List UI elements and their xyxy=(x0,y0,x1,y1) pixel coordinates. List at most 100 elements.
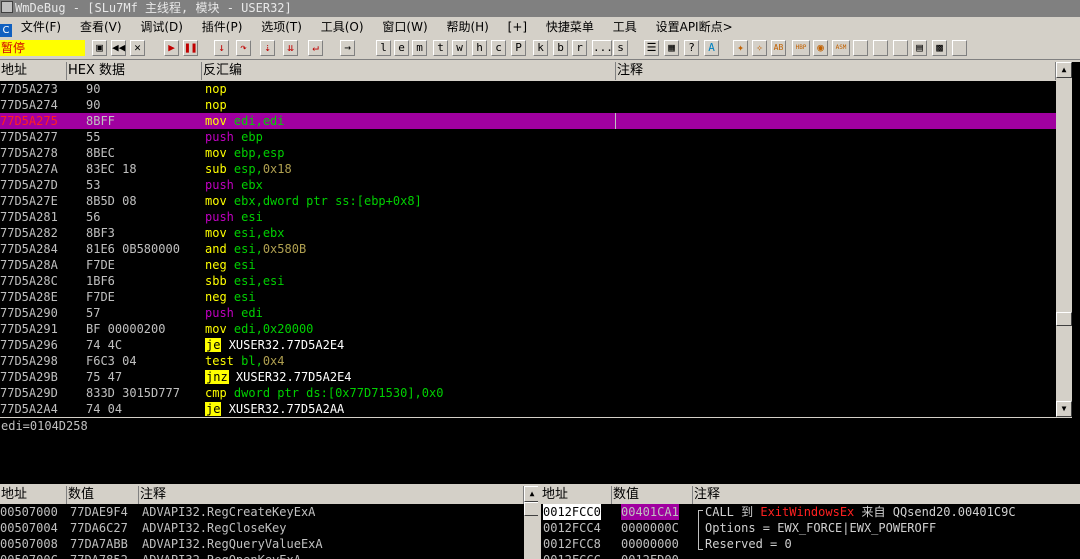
disasm-row[interactable]: 77D5A298 F6C3 04 test bl,0x4 xyxy=(0,353,1056,369)
menu-set-api-breakpoint[interactable]: 设置API断点> xyxy=(656,17,733,37)
toolbar-letter-e[interactable]: e xyxy=(394,40,409,56)
disasm-row[interactable]: 77D5A27E 8B5D 08 mov ebx,dword ptr ss:[ebp… xyxy=(0,193,1056,209)
disasm-row[interactable]: 77D5A281 56 push esi xyxy=(0,209,1056,225)
disasm-row[interactable]: 77D5A275 8BFF mov edi,edi xyxy=(0,113,1056,129)
disasm-row[interactable]: 77D5A278 8BEC mov ebp,esp xyxy=(0,145,1056,161)
scroll-down-arrow-icon[interactable]: ▼ xyxy=(1056,401,1072,417)
pause-icon[interactable]: ❚❚ xyxy=(183,40,198,56)
toolbar-letter-s[interactable]: s xyxy=(613,40,628,56)
menu-debug[interactable]: 调试(D) xyxy=(140,17,183,37)
stack-row[interactable]: 0012FCCC 0012FD00 xyxy=(541,552,1080,559)
toolbar-letter-c[interactable]: c xyxy=(491,40,506,56)
disasm-row[interactable]: 77D5A296 74 4C je XUSER32.77D5A2E4 xyxy=(0,337,1056,353)
plugin-ab-icon[interactable]: AB xyxy=(771,40,786,56)
col-header-disasm[interactable]: 反汇编 xyxy=(202,62,616,80)
trace-into-icon[interactable]: ⇣ xyxy=(260,40,275,56)
goto-address-icon[interactable]: → xyxy=(340,40,355,56)
blank-tool-4-icon[interactable] xyxy=(952,40,967,56)
disasm-row[interactable]: 77D5A274 90 nop xyxy=(0,97,1056,113)
disassembly-scrollbar[interactable]: ▲ ▼ xyxy=(1056,62,1072,417)
dump-col-value[interactable]: 数值 xyxy=(67,486,139,504)
col-header-comment[interactable]: 注释 xyxy=(616,62,1056,80)
restart-icon[interactable]: ◀◀ xyxy=(111,40,126,56)
stack-col-comment[interactable]: 注释 xyxy=(693,486,1080,504)
plugin-target-icon[interactable]: ◉ xyxy=(813,40,828,56)
menu-tools[interactable]: 工具(O) xyxy=(321,17,364,37)
dump-row[interactable]: 0050700C 77DA7852 ADVAPI32.RegOpenKeyExA xyxy=(0,552,524,559)
plugin-tool-1-icon[interactable]: ✦ xyxy=(733,40,748,56)
stack-pane[interactable]: 0012FCC0 00401CA1 CALL 到 ExitWindowsEx 来自 … xyxy=(541,504,1080,559)
disasm-row[interactable]: 77D5A277 55 push ebp xyxy=(0,129,1056,145)
disasm-row[interactable]: 77D5A290 57 push edi xyxy=(0,305,1056,321)
toolbar-letter-h[interactable]: h xyxy=(472,40,487,56)
toolbar-letter-l[interactable]: l xyxy=(376,40,391,56)
blank-tool-3-icon[interactable] xyxy=(893,40,908,56)
asm-icon[interactable]: ASM xyxy=(832,40,850,56)
disasm-row[interactable]: 77D5A28E F7DE neg esi xyxy=(0,289,1056,305)
font-icon[interactable]: A xyxy=(704,40,719,56)
col-header-hex[interactable]: HEX 数据 xyxy=(67,62,202,80)
disasm-row[interactable]: 77D5A29D 833D 3015D777 cmp dword ptr ds:[0… xyxy=(0,385,1056,401)
menu-shortcut[interactable]: 快捷菜单 xyxy=(546,17,594,37)
stack-row[interactable]: 0012FCC0 00401CA1 CALL 到 ExitWindowsEx 来自 … xyxy=(541,504,1080,520)
dump-row[interactable]: 00507008 77DA7ABB ADVAPI32.RegQueryValueEx… xyxy=(0,536,524,552)
toolbar-letter-t[interactable]: t xyxy=(433,40,448,56)
stack-row[interactable]: 0012FCC8 00000000 Reserved = 0 xyxy=(541,536,1080,552)
vertical-divider[interactable] xyxy=(538,486,541,559)
close-icon[interactable]: ✕ xyxy=(130,40,145,56)
toolbar-letter-b[interactable]: b xyxy=(553,40,568,56)
dump-col-comment[interactable]: 注释 xyxy=(139,486,524,504)
disasm-row[interactable]: 77D5A27A 83EC 18 sub esp,0x18 xyxy=(0,161,1056,177)
step-into-icon[interactable]: ↓ xyxy=(214,40,229,56)
disasm-row[interactable]: 77D5A28C 1BF6 sbb esi,esi xyxy=(0,273,1056,289)
picture-tool-icon[interactable]: ▩ xyxy=(932,40,947,56)
menu-tools-2[interactable]: 工具 xyxy=(613,17,637,37)
plugin-tool-2-icon[interactable]: ✧ xyxy=(752,40,767,56)
disasm-row[interactable]: 77D5A29B 75 47 jnz XUSER32.77D5A2E4 xyxy=(0,369,1056,385)
hardware-breakpoint-icon[interactable]: HBP xyxy=(792,40,810,56)
menu-help[interactable]: 帮助(H) xyxy=(446,17,488,37)
col-header-address[interactable]: 地址 xyxy=(0,62,67,80)
stack-col-address[interactable]: 地址 xyxy=(541,486,612,504)
step-over-icon[interactable]: ↷ xyxy=(236,40,251,56)
disassembly-pane[interactable]: 77D5A273 90 nop 77D5A274 90 nop 77D5A275 8BFF… xyxy=(0,81,1056,417)
scroll-up-arrow-icon[interactable]: ▲ xyxy=(1056,62,1072,78)
disasm-row[interactable]: 77D5A282 8BF3 mov esi,ebx xyxy=(0,225,1056,241)
toolbar-letter-w[interactable]: w xyxy=(452,40,467,56)
menu-plus[interactable]: [+] xyxy=(508,17,527,37)
cpu-window-icon[interactable]: C xyxy=(0,24,12,38)
stack-col-value[interactable]: 数值 xyxy=(612,486,693,504)
menu-plugins[interactable]: 插件(P) xyxy=(202,17,243,37)
open-icon[interactable]: ▣ xyxy=(92,40,107,56)
menu-file[interactable]: 文件(F) xyxy=(21,17,61,37)
dump-row[interactable]: 00507000 77DAE9F4 ADVAPI32.RegCreateKeyExA xyxy=(0,504,524,520)
disasm-row[interactable]: 77D5A2A4 74 04 je XUSER32.77D5A2AA xyxy=(0,401,1056,417)
toolbar-letter-k[interactable]: k xyxy=(533,40,548,56)
disasm-row[interactable]: 77D5A284 81E6 0B580000 and esi,0x580B xyxy=(0,241,1056,257)
grid-icon[interactable]: ▦ xyxy=(664,40,679,56)
blank-tool-2-icon[interactable] xyxy=(873,40,888,56)
blank-tool-1-icon[interactable] xyxy=(853,40,868,56)
dump-pane[interactable]: 00507000 77DAE9F4 ADVAPI32.RegCreateKeyExA… xyxy=(0,504,524,559)
run-icon[interactable]: ▶ xyxy=(164,40,179,56)
disasm-row[interactable]: 77D5A28A F7DE neg esi xyxy=(0,257,1056,273)
scroll-thumb[interactable] xyxy=(1056,312,1072,326)
image-tool-icon[interactable]: ▤ xyxy=(912,40,927,56)
menu-view[interactable]: 查看(V) xyxy=(80,17,122,37)
stack-row[interactable]: 0012FCC4 0000000C Options = EWX_FORCE|EWX_… xyxy=(541,520,1080,536)
menu-options[interactable]: 选项(T) xyxy=(261,17,302,37)
dump-row[interactable]: 00507004 77DA6C27 ADVAPI32.RegCloseKey xyxy=(0,520,524,536)
disasm-row[interactable]: 77D5A27D 53 push ebx xyxy=(0,177,1056,193)
help-icon[interactable]: ? xyxy=(684,40,699,56)
toolbar-ellipsis[interactable]: ... xyxy=(592,40,613,56)
toolbar-letter-m[interactable]: m xyxy=(412,40,427,56)
disasm-row[interactable]: 77D5A291 BF 00000200 mov edi,0x20000 xyxy=(0,321,1056,337)
toolbar-letter-P[interactable]: P xyxy=(511,40,526,56)
disasm-row[interactable]: 77D5A273 90 nop xyxy=(0,81,1056,97)
toolbar-letter-r[interactable]: r xyxy=(572,40,587,56)
dump-col-address[interactable]: 地址 xyxy=(0,486,67,504)
list-icon[interactable]: ☰ xyxy=(644,40,659,56)
trace-over-icon[interactable]: ⇊ xyxy=(283,40,298,56)
execute-till-return-icon[interactable]: ↵ xyxy=(308,40,323,56)
menu-window[interactable]: 窗口(W) xyxy=(382,17,427,37)
